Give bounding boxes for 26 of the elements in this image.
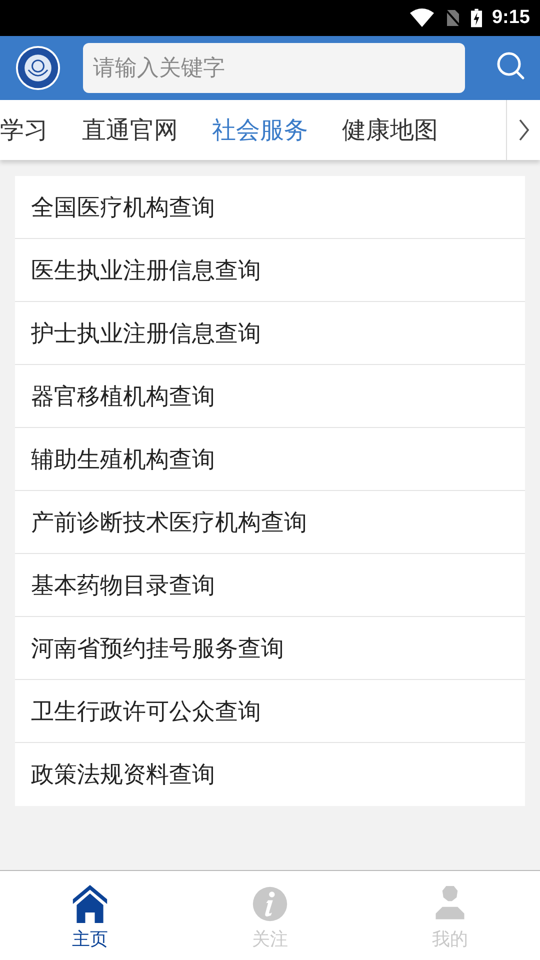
scroll-right-button[interactable] xyxy=(506,100,540,160)
home-icon xyxy=(71,885,109,923)
service-list-item[interactable]: 卫生行政许可公众查询 xyxy=(15,680,525,743)
service-list-item[interactable]: 器官移植机构查询 xyxy=(15,365,525,428)
service-list-item[interactable]: 护士执业注册信息查询 xyxy=(15,302,525,365)
no-sim-icon xyxy=(444,8,461,28)
service-list-item[interactable]: 产前诊断技术医疗机构查询 xyxy=(15,491,525,554)
wifi-icon xyxy=(408,8,435,28)
category-tab[interactable]: 学习 xyxy=(0,114,48,146)
info-icon xyxy=(251,885,289,923)
service-list-item[interactable]: 辅助生殖机构查询 xyxy=(15,428,525,491)
nav-tab[interactable]: 主页 xyxy=(0,871,180,960)
service-list-item[interactable]: 医生执业注册信息查询 xyxy=(15,239,525,302)
category-tab[interactable]: 健康地图 xyxy=(342,114,438,146)
service-list-item[interactable]: 政策法规资料查询 xyxy=(15,743,525,806)
category-tab[interactable]: 直通官网 xyxy=(82,114,178,146)
search-field[interactable]: 请输入关键字 xyxy=(83,43,465,93)
battery-charging-icon xyxy=(470,8,482,28)
service-list-item[interactable]: 基本药物目录查询 xyxy=(15,554,525,617)
emblem-icon xyxy=(15,45,61,91)
chevron-right-icon xyxy=(518,118,530,142)
clock-time: 9:15 xyxy=(492,7,530,29)
service-list-item[interactable]: 全国医疗机构查询 xyxy=(15,176,525,239)
category-tab[interactable]: 社会服务 xyxy=(212,114,308,146)
service-list-item[interactable]: 河南省预约挂号服务查询 xyxy=(15,617,525,680)
search-icon xyxy=(496,51,526,81)
